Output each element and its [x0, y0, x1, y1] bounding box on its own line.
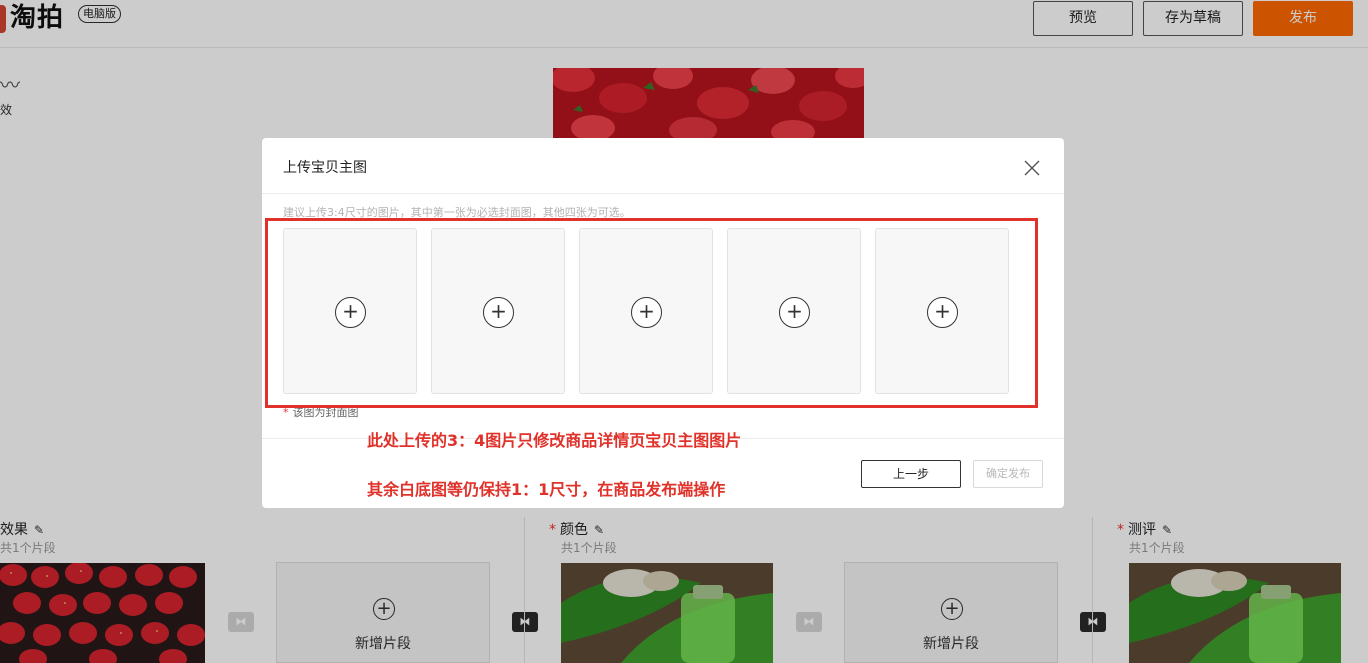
annotation-note: 其余白底图等仍保持1：1尺寸，在商品发布端操作: [367, 480, 726, 499]
confirm-publish-button[interactable]: 确定发布: [973, 460, 1043, 488]
divider: [262, 193, 1064, 194]
previous-step-button[interactable]: 上一步: [861, 460, 961, 488]
close-icon[interactable]: [1022, 158, 1042, 178]
annotation-highlight-box: [265, 218, 1038, 408]
dialog-title: 上传宝贝主图: [283, 160, 367, 176]
annotation-note: 此处上传的3：4图片只修改商品详情页宝贝主图图片: [367, 431, 742, 450]
